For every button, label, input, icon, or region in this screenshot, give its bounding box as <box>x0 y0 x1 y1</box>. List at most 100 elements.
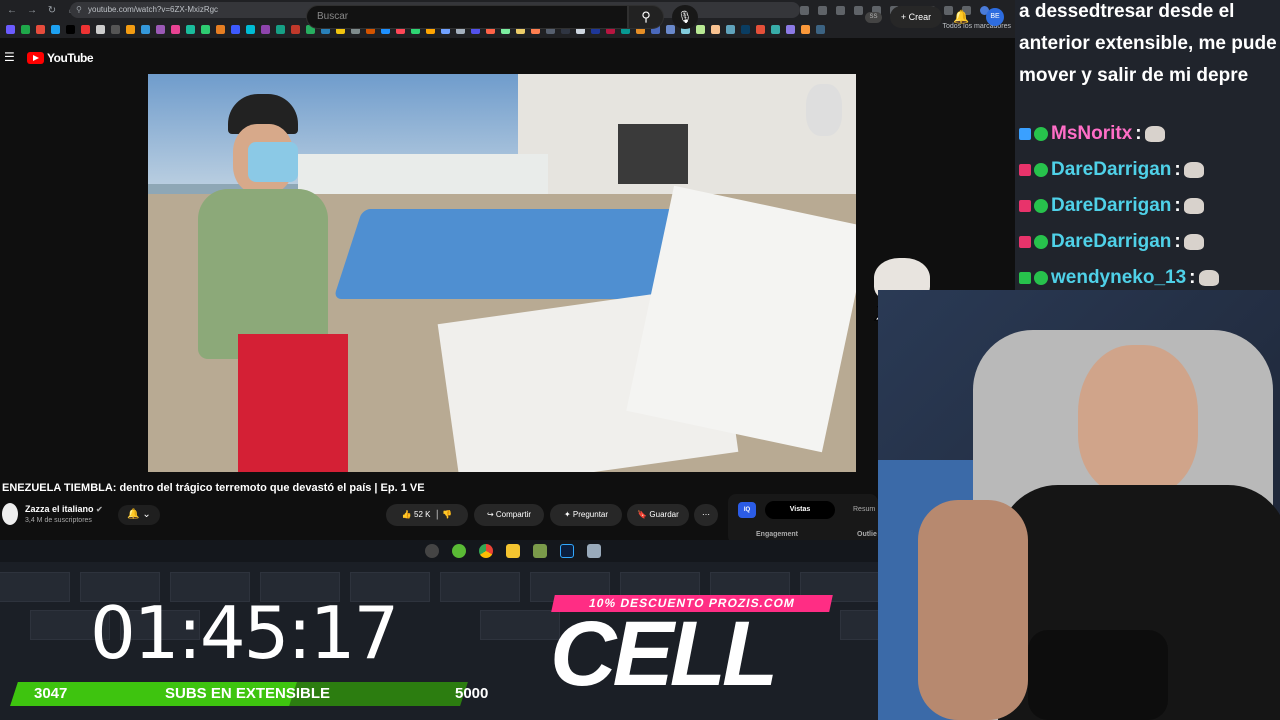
webcam-person-head <box>1078 345 1198 495</box>
stream-timer: 01:45:17 <box>90 591 399 675</box>
cat-emote-icon <box>1183 234 1204 250</box>
bookmark-icon[interactable] <box>726 24 735 34</box>
chrome-icon[interactable] <box>479 544 493 558</box>
chat-username[interactable]: DareDarrigan <box>1051 231 1171 253</box>
bookmark-icon[interactable] <box>231 24 240 34</box>
bookmark-icon[interactable] <box>66 24 75 34</box>
bookmark-icon[interactable] <box>126 24 135 34</box>
hamburger-menu-icon[interactable]: ☰ <box>4 50 15 64</box>
photoshop-icon[interactable] <box>560 544 574 558</box>
bookmark-icon[interactable] <box>141 24 150 34</box>
bookmark-icon[interactable] <box>81 24 90 34</box>
bookmark-icon[interactable] <box>816 24 825 34</box>
create-label: Crear <box>908 12 932 22</box>
subscriber-badge-icon <box>1019 164 1031 176</box>
search-input[interactable]: Buscar <box>306 5 628 29</box>
webcam-microphone <box>1028 630 1168 720</box>
app-icon[interactable] <box>533 544 547 558</box>
bookmark-icon[interactable] <box>36 24 45 34</box>
share-icon[interactable] <box>836 5 845 15</box>
like-button[interactable]: 👍 52 K <box>402 510 431 519</box>
chat-message: DareDarrigan: <box>1019 195 1204 217</box>
taskbar-apps <box>425 544 601 558</box>
youtube-logo-text: YouTube <box>47 51 94 65</box>
subscription-notifications-button[interactable]: 🔔 ⌄ <box>118 505 160 525</box>
reload-icon[interactable]: ↻ <box>46 5 58 16</box>
cast-icon[interactable] <box>818 5 827 15</box>
bookmark-icon[interactable] <box>171 24 180 34</box>
voice-search-button[interactable]: 🎙 <box>672 5 698 29</box>
bookmark-icon[interactable] <box>6 24 15 34</box>
tab-views[interactable]: Vistas <box>765 501 835 519</box>
app-icon[interactable] <box>425 544 439 558</box>
bookmark-icon[interactable] <box>201 24 210 34</box>
notifications-bell-icon[interactable]: 🔔 <box>953 9 969 25</box>
brick-pattern <box>840 610 878 640</box>
channel-avatar[interactable] <box>2 503 18 525</box>
bookmark-icon[interactable] <box>696 24 705 34</box>
bookmark-icon[interactable] <box>111 24 120 34</box>
site-info-icon[interactable]: ⚲ <box>76 2 82 18</box>
download-icon[interactable] <box>944 5 953 15</box>
app-icon[interactable] <box>587 544 601 558</box>
bookmark-icon[interactable] <box>666 24 675 34</box>
sparkle-icon: ✦ <box>563 510 573 519</box>
bookmark-icon[interactable] <box>186 24 195 34</box>
bookmark-icon[interactable] <box>276 24 285 34</box>
chat-message: wendyneko_13: <box>1019 267 1219 289</box>
back-icon[interactable]: ← <box>6 5 18 16</box>
youtube-header: ☰ YouTube <box>0 40 1015 74</box>
bookmark-icon[interactable] <box>801 24 810 34</box>
bookmark-icon[interactable] <box>261 24 270 34</box>
vidiq-badge[interactable]: IQ <box>738 502 756 518</box>
bookmark-icon[interactable] <box>786 24 795 34</box>
video-player[interactable] <box>148 74 856 472</box>
bookmark-icon: 🔖 <box>637 510 650 519</box>
bookmark-icon[interactable] <box>246 24 255 34</box>
zoom-icon[interactable] <box>800 5 809 15</box>
bookmark-icon[interactable] <box>156 24 165 34</box>
bookmark-icon[interactable] <box>51 24 60 34</box>
bookmark-icon[interactable] <box>291 24 300 34</box>
ask-button[interactable]: ✦ Preguntar <box>550 504 622 526</box>
folder-icon[interactable] <box>506 544 520 558</box>
chat-username[interactable]: wendyneko_13 <box>1051 267 1186 289</box>
tab-summary[interactable]: Resum <box>853 506 875 513</box>
bookmark-icon[interactable] <box>216 24 225 34</box>
chat-separator: : <box>1174 159 1181 180</box>
search-icon: ⚲ <box>641 9 651 24</box>
dislike-button[interactable]: │ 👎 <box>433 510 452 519</box>
app-icon[interactable] <box>452 544 466 558</box>
youtube-logo[interactable]: YouTube <box>27 51 94 65</box>
cat-emote-icon <box>1183 162 1204 178</box>
forward-icon[interactable]: → <box>26 5 38 16</box>
create-button[interactable]: + Crear <box>890 6 942 28</box>
account-avatar[interactable]: BE <box>986 8 1004 26</box>
bookmark-icon[interactable] <box>756 24 765 34</box>
like-dislike-group: 👍 52 K │ 👎 <box>386 504 468 526</box>
more-icon: ⋯ <box>702 510 710 519</box>
video-person <box>178 94 348 472</box>
chevron-down-icon: ⌄ <box>139 509 151 520</box>
bookmark-icon[interactable] <box>771 24 780 34</box>
chat-username[interactable]: DareDarrigan <box>1051 195 1171 217</box>
bookmark-icon[interactable] <box>21 24 30 34</box>
chat-username[interactable]: MsNoritx <box>1051 123 1132 145</box>
thumbs-up-icon: 👍 <box>401 510 415 519</box>
sponsor-logo: CELL <box>550 603 778 705</box>
channel-name[interactable]: Zazza el italiano ✔ <box>25 504 103 514</box>
share-button[interactable]: ↪ Compartir <box>474 504 544 526</box>
cat-emote-icon <box>1183 198 1204 214</box>
chat-username[interactable]: DareDarrigan <box>1051 159 1171 181</box>
bookmark-icon[interactable] <box>741 24 750 34</box>
chat-message: DareDarrigan: <box>1019 231 1204 253</box>
more-actions-button[interactable]: ⋯ <box>694 504 718 526</box>
bookmark-icon[interactable] <box>96 24 105 34</box>
chat-message: MsNoritx: <box>1019 123 1165 145</box>
bookmark-icon[interactable] <box>711 24 720 34</box>
save-button[interactable]: 🔖 Guardar <box>627 504 689 526</box>
ss-badge[interactable]: SS <box>865 12 882 23</box>
bookmark-star-icon[interactable] <box>854 5 863 15</box>
search-button[interactable]: ⚲ <box>628 5 664 29</box>
verified-check-icon: ✔ <box>96 505 103 514</box>
